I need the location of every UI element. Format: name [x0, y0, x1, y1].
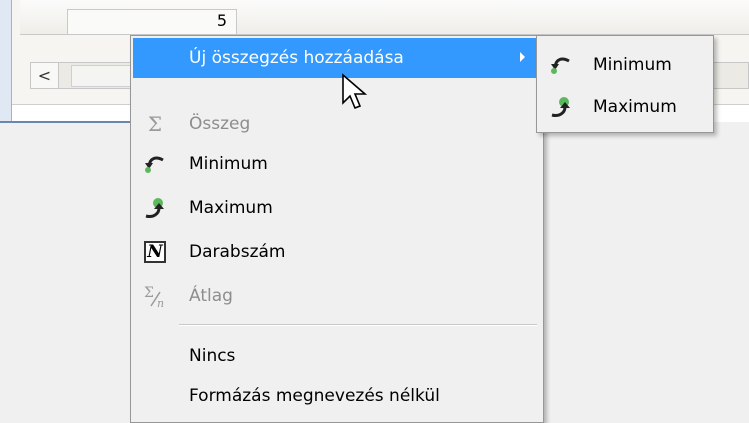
summary-cell[interactable]: 5 [67, 9, 237, 34]
menu-item-minimum[interactable]: Minimum [133, 144, 541, 184]
menu-item-maximum[interactable]: Maximum [133, 188, 541, 228]
menu-item-label: Minimum [189, 154, 268, 174]
menu-icon-slot [133, 376, 177, 416]
scroll-left-button[interactable]: < [31, 63, 59, 88]
minimum-icon [539, 45, 583, 85]
minimum-icon [133, 144, 177, 184]
menu-icon-slot [133, 336, 177, 376]
svg-text:Σ: Σ [144, 285, 154, 301]
submenu-item-label: Maximum [593, 97, 677, 117]
maximum-icon [133, 188, 177, 228]
mouse-cursor-icon [342, 73, 368, 110]
menu-item-format-unnamed[interactable]: Formázás megnevezés nélkül [133, 376, 541, 416]
menu-item-label: Maximum [189, 198, 273, 218]
count-icon: N [133, 232, 177, 272]
summary-row: 5 [20, 0, 749, 35]
svg-text:n: n [157, 297, 164, 308]
menu-icon-slot [133, 38, 177, 78]
context-menu: Új összegzés hozzáadása Σ Összeg Minimum… [130, 35, 544, 423]
submenu-item-minimum[interactable]: Minimum [539, 46, 711, 84]
menu-item-label: Új összegzés hozzáadása [189, 48, 404, 68]
menu-item-add-summary[interactable]: Új összegzés hozzáadása [133, 38, 541, 78]
submenu-arrow-icon [520, 52, 525, 62]
average-icon: Σ n [133, 276, 177, 316]
menu-item-none[interactable]: Nincs [133, 336, 541, 376]
menu-separator [179, 324, 537, 326]
menu-item-label: Nincs [189, 346, 236, 366]
menu-item-label: Összeg [189, 114, 251, 134]
maximum-icon [539, 87, 583, 127]
menu-item-count[interactable]: N Darabszám [133, 232, 541, 272]
window-frame [0, 0, 12, 122]
submenu-item-maximum[interactable]: Maximum [539, 88, 711, 126]
menu-item-label: Formázás megnevezés nélkül [189, 386, 440, 406]
menu-item-label: Átlag [189, 286, 233, 306]
sigma-icon: Σ [147, 112, 163, 136]
summary-submenu: Minimum Maximum [536, 35, 714, 133]
menu-item-sum[interactable]: Σ Összeg [133, 104, 541, 144]
menu-item-label: Darabszám [189, 242, 286, 262]
menu-item-average[interactable]: Σ n Átlag [133, 276, 541, 316]
submenu-item-label: Minimum [593, 55, 672, 75]
